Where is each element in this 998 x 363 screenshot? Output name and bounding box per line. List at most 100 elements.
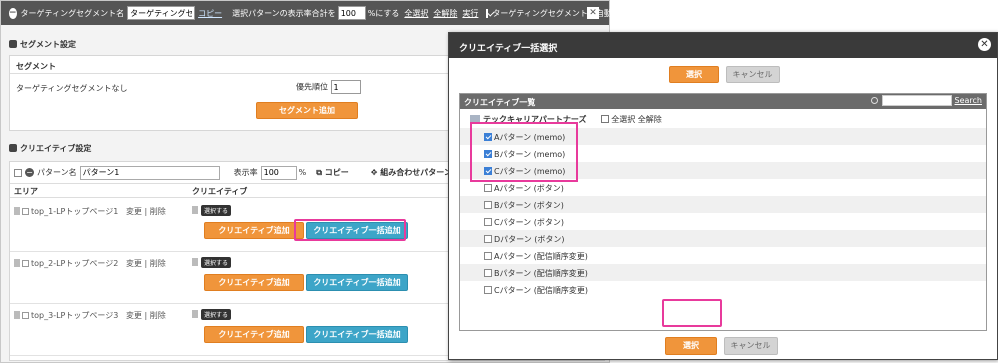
drag-icon[interactable] <box>192 206 198 214</box>
item-label: Dパターン (ボタン) <box>494 235 565 244</box>
item-checkbox[interactable] <box>484 184 492 192</box>
select-group: 選択する <box>192 257 232 268</box>
separator: | <box>144 311 148 320</box>
area-name: top_1-LPトップページ1 変更 | 削除 <box>14 206 166 217</box>
item-label: Cパターン (ボタン) <box>494 218 564 227</box>
change-link[interactable]: 変更 <box>126 207 142 216</box>
minus-circle-icon[interactable]: − <box>25 168 34 177</box>
deselect-all-link[interactable]: 全解除 <box>433 8 457 19</box>
expand-icon[interactable] <box>22 312 29 319</box>
image-icon <box>9 144 17 152</box>
select-button-top[interactable]: 選択 <box>669 66 719 83</box>
auto-input-checkbox[interactable] <box>486 8 489 18</box>
group-checkbox[interactable] <box>601 115 610 123</box>
priority-input[interactable] <box>330 80 361 94</box>
group-select-all[interactable]: 全選択 <box>611 115 635 124</box>
list-item[interactable]: Bパターン (配信順序変更) <box>460 264 986 281</box>
separator: | <box>144 259 148 268</box>
dialog-top-buttons: 選択 キャンセル <box>669 66 780 83</box>
combo-pattern-button[interactable]: ✥ 組み合わせパターン <box>371 167 452 178</box>
priority-group: 優先順位 <box>296 80 361 94</box>
item-label: Aパターン (配信順序変更) <box>494 252 588 261</box>
segment-settings-heading-text: セグメント設定 <box>20 40 76 49</box>
item-checkbox[interactable] <box>484 218 492 226</box>
creative-settings-heading-text: クリエイティブ設定 <box>20 144 92 153</box>
delete-link[interactable]: 削除 <box>150 207 166 216</box>
bulk-add-creative-button[interactable]: クリエイティブ一括追加 <box>306 274 408 291</box>
item-checkbox[interactable] <box>484 252 492 260</box>
select-tag[interactable]: 選択する <box>201 205 232 216</box>
ratio-input[interactable] <box>337 6 366 20</box>
copy-pattern-button[interactable]: ⧉ コピー <box>316 167 349 178</box>
item-checkbox[interactable] <box>484 286 492 294</box>
pattern-checkbox[interactable] <box>14 168 22 177</box>
delete-link[interactable]: 削除 <box>150 311 166 320</box>
select-all-link[interactable]: 全選択 <box>404 8 428 19</box>
area-label: top_2-LPトップページ2 <box>31 259 119 268</box>
item-label: Bパターン (ボタン) <box>494 201 564 210</box>
highlight-bulk-add <box>294 219 406 241</box>
expand-icon[interactable] <box>22 208 29 215</box>
cancel-button-top[interactable]: キャンセル <box>725 66 780 83</box>
display-rate-label: 表示率 <box>233 168 258 177</box>
select-tag[interactable]: 選択する <box>201 257 232 268</box>
drag-icon[interactable] <box>192 258 198 266</box>
no-segment-label: ターゲティングセグメントなし <box>16 84 128 93</box>
ratio-suffix: %にする <box>367 8 400 18</box>
search-link[interactable]: Search <box>955 96 982 105</box>
list-item[interactable]: Bパターン (ボタン) <box>460 196 986 213</box>
close-icon[interactable]: ✕ <box>978 38 991 51</box>
item-label: Bパターン (配信順序変更) <box>494 269 588 278</box>
delete-link[interactable]: 削除 <box>150 259 166 268</box>
highlight-select-button <box>662 299 722 327</box>
drag-icon[interactable] <box>14 311 20 319</box>
cancel-button-bottom[interactable]: キャンセル <box>723 337 778 355</box>
combo-pattern-label: 組み合わせパターン <box>380 168 452 177</box>
search-input[interactable] <box>881 95 952 106</box>
dialog-bottom-buttons: 選択 キャンセル <box>665 337 778 355</box>
add-creative-button[interactable]: クリエイティブ追加 <box>204 274 304 291</box>
list-item[interactable]: Cパターン (配信順序変更) <box>460 281 986 298</box>
list-header-label: クリエイティブ一覧 <box>464 98 536 107</box>
drag-icon[interactable] <box>192 310 198 318</box>
segment-name-input[interactable] <box>127 6 196 20</box>
select-tag[interactable]: 選択する <box>201 309 232 320</box>
search-group: Search <box>870 95 982 106</box>
group-deselect-all[interactable]: 全解除 <box>638 115 662 124</box>
list-item[interactable]: Cパターン (ボタン) <box>460 213 986 230</box>
segment-name-label: ターゲティングセグメント名 <box>20 8 125 18</box>
add-segment-button[interactable]: セグメント追加 <box>256 102 358 119</box>
pattern-name-input[interactable] <box>79 165 220 180</box>
execute-link[interactable]: 実行 <box>462 8 478 19</box>
highlight-checked-items <box>470 122 578 182</box>
pattern-name-label: パターン名 <box>37 168 77 177</box>
add-creative-button[interactable]: クリエイティブ追加 <box>204 326 304 343</box>
col-creative: クリエイティブ <box>192 187 248 196</box>
list-header: クリエイティブ一覧 Search <box>460 94 986 109</box>
priority-label: 優先順位 <box>296 82 328 92</box>
group-select-controls: 全選択 全解除 <box>601 115 662 124</box>
segment-settings-heading: セグメント設定 <box>9 39 76 50</box>
item-checkbox[interactable] <box>484 201 492 209</box>
list-item[interactable]: Aパターン (配信順序変更) <box>460 247 986 264</box>
drag-icon[interactable] <box>14 259 20 267</box>
list-item[interactable]: Dパターン (ボタン) <box>460 230 986 247</box>
drag-icon[interactable] <box>14 207 20 215</box>
separator: | <box>144 207 148 216</box>
copy-link[interactable]: コピー <box>198 8 222 19</box>
minus-circle-icon[interactable]: − <box>9 7 17 19</box>
close-icon[interactable]: ✕ <box>587 7 599 19</box>
change-link[interactable]: 変更 <box>126 259 142 268</box>
creative-settings-heading: クリエイティブ設定 <box>9 143 91 154</box>
bulk-add-creative-button[interactable]: クリエイティブ一括追加 <box>306 326 408 343</box>
item-checkbox[interactable] <box>484 269 492 277</box>
display-rate-input[interactable] <box>260 165 297 180</box>
select-group: 選択する <box>192 205 232 216</box>
add-creative-button[interactable]: クリエイティブ追加 <box>204 222 304 239</box>
change-link[interactable]: 変更 <box>126 311 142 320</box>
expand-icon[interactable] <box>22 260 29 267</box>
search-icon <box>870 97 878 104</box>
item-checkbox[interactable] <box>484 235 492 243</box>
select-button-bottom[interactable]: 選択 <box>665 337 717 355</box>
bulk-select-dialog: クリエイティブ一括選択 ✕ 選択 キャンセル クリエイティブ一覧 Search … <box>448 32 998 360</box>
